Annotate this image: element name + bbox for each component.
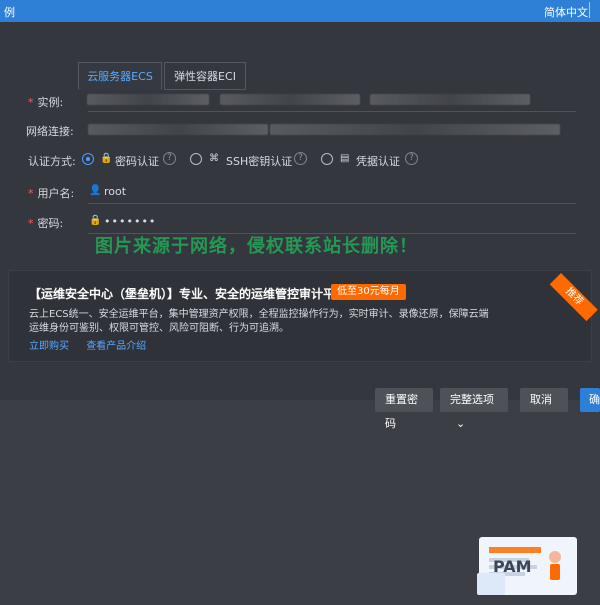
username-row: * 用户名: 👤 root	[0, 182, 600, 204]
auth-option-password[interactable]: 密码认证	[115, 153, 159, 169]
network-blur-2	[270, 124, 560, 135]
instance-underline	[88, 111, 576, 112]
password-lock-icon: 🔒	[89, 215, 102, 226]
complete-options-button[interactable]: 完整选项 ⌄	[440, 388, 508, 430]
auth-option-ssh[interactable]: SSH密钥认证	[226, 153, 292, 169]
top-bar: 例 简体中文	[0, 0, 600, 22]
lock-icon: 🔒	[100, 153, 113, 164]
top-bar-corner-icon	[589, 2, 600, 18]
instance-blur-2	[220, 94, 360, 105]
auth-label: 认证方式:	[28, 155, 76, 168]
tab-ecs[interactable]: 云服务器ECS	[78, 62, 162, 90]
user-icon: 👤	[89, 185, 102, 196]
network-label: 网络连接:	[26, 125, 74, 138]
auth-option-credential[interactable]: 凭据认证	[356, 153, 400, 169]
login-panel: 云服务器ECS 弹性容器ECI * 实例: 网络连接: 图片来源于网络，侵权联系站…	[0, 22, 600, 595]
key-icon: ⌘	[209, 153, 219, 164]
username-underline	[88, 203, 576, 204]
reset-password-button[interactable]: 重置密码	[375, 388, 433, 430]
username-input[interactable]: root	[104, 185, 126, 198]
network-blur	[88, 124, 268, 135]
language-selector[interactable]: 简体中文	[544, 4, 588, 20]
instance-blur-3	[370, 94, 530, 105]
auth-radio-ssh[interactable]	[190, 153, 202, 165]
password-label: * 密码:	[28, 217, 64, 230]
pam-illustration: PAM	[471, 529, 589, 601]
promo-description-line2: 运维身份可鉴别、权限可管控、风险可阻断、行为可追溯。	[29, 323, 289, 334]
top-bar-left-text: 例	[4, 6, 15, 19]
help-icon[interactable]: ?	[163, 152, 176, 165]
product-info-link[interactable]: 查看产品介绍	[86, 341, 146, 352]
network-row: 网络连接: 图片来源于网络，侵权联系站长删除！	[0, 120, 600, 257]
username-label: * 用户名:	[28, 187, 75, 200]
password-underline	[88, 233, 576, 234]
help-icon[interactable]: ?	[294, 152, 307, 165]
help-icon[interactable]: ?	[405, 152, 418, 165]
recommend-ribbon: 推荐	[549, 273, 598, 322]
auth-radio-credential[interactable]	[321, 153, 333, 165]
promo-links: 立即购买 查看产品介绍	[29, 337, 160, 352]
credential-icon: ▤	[340, 153, 350, 164]
password-input[interactable]: •••••••	[104, 215, 156, 228]
buy-now-link[interactable]: 立即购买	[29, 341, 69, 352]
tab-eci[interactable]: 弹性容器ECI	[164, 62, 246, 90]
confirm-button-partial[interactable]: 确	[580, 388, 600, 412]
instance-label: * 实例:	[28, 96, 64, 109]
promo-title: 【运维安全中心（堡垒机）】专业、安全的运维管控审计平台	[29, 287, 348, 301]
promo-description-line1: 云上ECS统一、安全运维平台，集中管理资产权限，全程监控操作行为，实时审计、录像…	[29, 309, 489, 320]
chevron-down-icon: ⌄	[456, 417, 466, 430]
watermark-text: 图片来源于网络，侵权联系站长删除！	[95, 236, 418, 257]
auth-radio-password[interactable]	[82, 153, 94, 165]
instance-row: * 实例:	[0, 91, 600, 113]
pam-text: PAM	[493, 557, 532, 576]
instance-blur-1	[87, 94, 209, 105]
cancel-button[interactable]: 取消	[520, 388, 568, 412]
auth-row: 认证方式: 🔒 密码认证 ? ⌘ SSH密钥认证 ? ▤ 凭据认证 ?	[0, 150, 600, 172]
password-row: * 密码: 🔒 •••••••	[0, 212, 600, 234]
promo-badge: 低至30元每月	[331, 284, 406, 300]
promo-banner: 【运维安全中心（堡垒机）】专业、安全的运维管控审计平台 低至30元每月 云上EC…	[8, 270, 598, 595]
